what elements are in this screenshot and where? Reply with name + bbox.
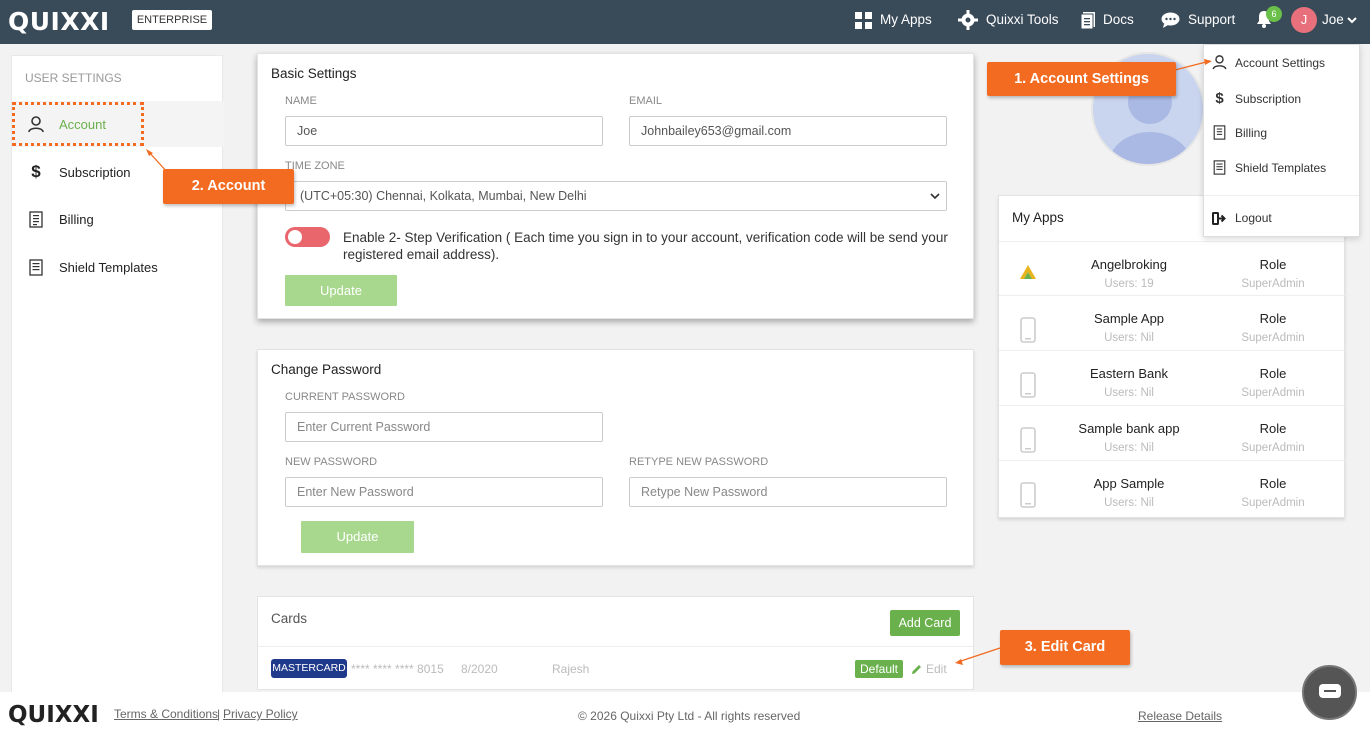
callout-edit-card: 3. Edit Card [1000,630,1130,665]
privacy-link[interactable]: Privacy Policy [223,707,298,721]
callout-arrowhead-1 [1204,59,1212,65]
callout-arrowhead-3 [955,659,963,665]
callout-account: 2. Account [163,169,294,204]
terms-link[interactable]: Terms & Conditions [114,707,218,721]
copyright-text: © 2026 Quixxi Pty Ltd - All rights reser… [578,709,801,723]
callout-arrow-3 [957,647,1001,663]
callout-arrows [146,59,1212,665]
callout-account-settings: 1. Account Settings [987,62,1176,96]
chat-icon [1319,684,1341,698]
footer-logo: QUIXXI [8,702,99,728]
chat-widget-button[interactable] [1302,665,1357,720]
release-details-link[interactable]: Release Details [1138,709,1222,723]
footer: QUIXXI Terms & Conditions | Privacy Poli… [0,692,1370,746]
footer-separator: | [217,707,221,721]
